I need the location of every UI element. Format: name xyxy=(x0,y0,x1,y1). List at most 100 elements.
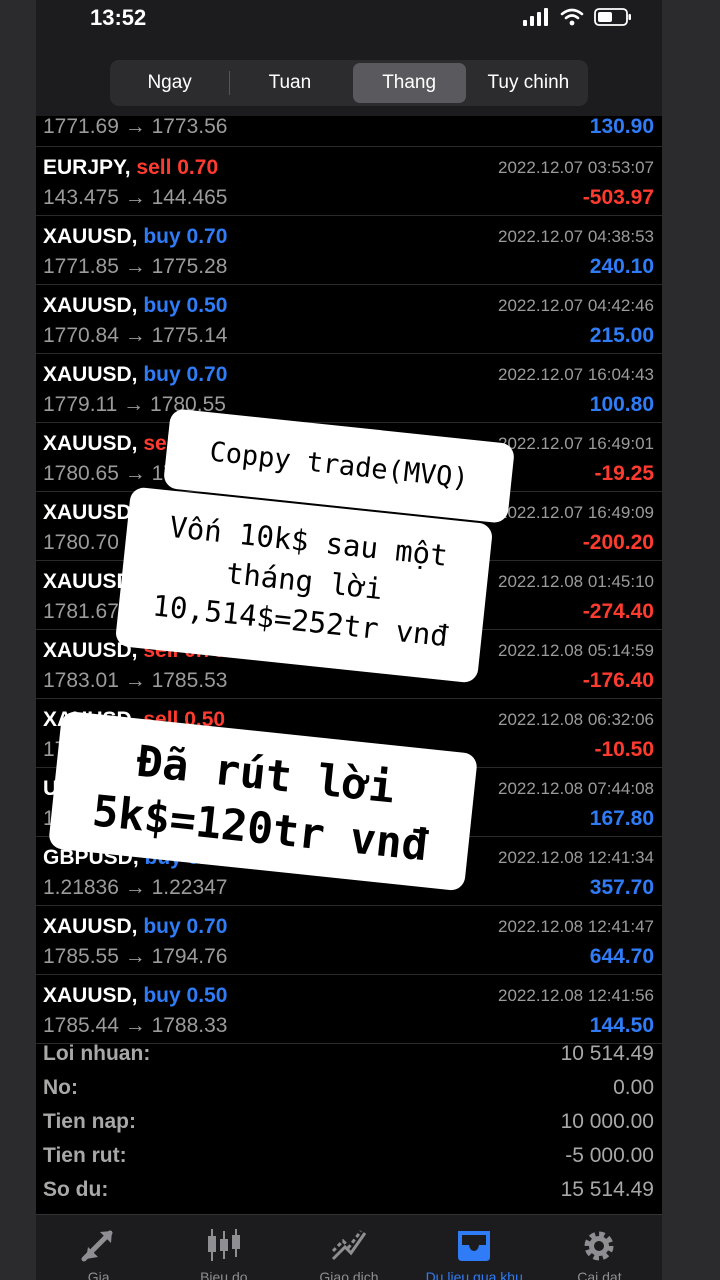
trade-symbol: XAUUSD, buy 0.70 xyxy=(43,363,227,387)
trade-row[interactable]: XAUUSD, buy 0.70 2022.12.07 16:04:43 1779.… xyxy=(36,354,662,423)
gear-icon xyxy=(584,1231,614,1261)
trade-row[interactable]: XAUUSD, buy 0.70 2022.12.08 12:41:47 1785.… xyxy=(36,906,662,975)
trade-date: 2022.12.07 03:53:07 xyxy=(498,158,654,177)
trade-prices: 1785.55 → 1794.76 xyxy=(43,945,228,968)
segment-month[interactable]: Thang xyxy=(352,63,466,103)
wifi-icon xyxy=(560,8,584,26)
trade-row[interactable]: XAUUSD, buy 0.50 2022.12.08 12:41:56 1785.… xyxy=(36,975,662,1044)
segment-day[interactable]: Ngay xyxy=(113,63,226,103)
summary-label: So du: xyxy=(43,1178,109,1201)
trade-date: 2022.12.07 16:49:01 xyxy=(498,434,654,453)
trade-date: 2022.12.08 12:41:34 xyxy=(498,848,654,867)
tab-chart[interactable]: Bieu do xyxy=(161,1215,286,1280)
trade-profit: 644.70 xyxy=(589,945,654,968)
trade-profit: -503.97 xyxy=(582,186,654,209)
trade-prices: 1783.01 → 1785.53 xyxy=(43,669,228,692)
trade-symbol: XAUUSD, buy 0.70 xyxy=(43,915,227,939)
trade-profit: 100.80 xyxy=(589,393,654,416)
trade-profit: 215.00 xyxy=(589,324,654,347)
trade-date: 2022.12.07 16:49:09 xyxy=(498,503,654,522)
tab-label: Bieu do xyxy=(200,1269,248,1280)
trade-prices: 1770.84 → 1775.14 xyxy=(43,324,228,347)
tab-quotes[interactable]: Gia xyxy=(36,1215,161,1280)
price-arrows-icon xyxy=(81,1230,113,1262)
trade-row[interactable]: XAUUSD, buy 0.70 2022.12.07 04:38:53 1771.… xyxy=(36,216,662,285)
summary-profit: Loi nhuan: 10 514.49 xyxy=(36,1038,662,1072)
trade-profit: -274.40 xyxy=(582,600,654,623)
trade-side: buy 0.50 xyxy=(143,294,228,317)
trade-date: 2022.12.07 04:42:46 xyxy=(498,296,654,315)
trade-symbol: XAUUSD, buy 0.50 xyxy=(43,984,227,1008)
symbol-name: XAUUSD, xyxy=(43,294,138,317)
trade-row[interactable]: EURJPY, sell 0.70 2022.12.07 03:53:07 143.… xyxy=(36,147,662,216)
trade-symbol: XAUUSD, buy 0.50 xyxy=(43,294,227,318)
trade-date: 2022.12.08 05:14:59 xyxy=(498,641,654,660)
left-backdrop xyxy=(0,0,36,1280)
trade-profit: -19.25 xyxy=(594,462,654,485)
right-backdrop xyxy=(662,0,720,1280)
trade-date: 2022.12.08 12:41:56 xyxy=(498,986,654,1005)
battery-icon xyxy=(594,8,631,26)
period-segmented-control: Ngay Tuan Thang Tuy chinh xyxy=(110,60,588,106)
segment-divider xyxy=(229,71,231,95)
tab-settings[interactable]: Cai dat xyxy=(537,1215,662,1280)
symbol-name: XAUUSD, xyxy=(43,915,138,938)
trade-profit: 130.90 xyxy=(589,115,654,138)
symbol-name: XAUUSD, xyxy=(43,225,138,248)
tab-label: Giao dich xyxy=(319,1269,379,1280)
trade-side: buy 0.70 xyxy=(143,225,228,248)
trade-date: 2022.12.08 06:32:06 xyxy=(498,710,654,729)
status-bar: 13:52 xyxy=(36,0,662,40)
summary-label: Tien nap: xyxy=(43,1110,136,1133)
trade-date: 2022.12.07 04:38:53 xyxy=(498,227,654,246)
account-summary: Loi nhuan: 10 514.49 No: 0.00 Tien nap: … xyxy=(36,1038,662,1208)
summary-label: Tien rut: xyxy=(43,1144,127,1167)
trade-row[interactable]: XAUUSD, buy 0.50 2022.12.07 04:42:46 1770.… xyxy=(36,285,662,354)
tab-label: Cai dat xyxy=(577,1269,622,1280)
tab-trade[interactable]: Giao dich xyxy=(286,1215,411,1280)
segment-custom[interactable]: Tuy chinh xyxy=(472,63,585,103)
summary-label: No: xyxy=(43,1076,78,1099)
symbol-name: XAUUSD, xyxy=(43,432,138,455)
status-time: 13:52 xyxy=(90,5,147,30)
bottom-tab-bar: Gia Bieu do Giao dich Du lieu qua khu Ca… xyxy=(36,1214,662,1280)
trade-prices: 1771.85 → 1775.28 xyxy=(43,255,228,278)
trade-date: 2022.12.08 12:41:47 xyxy=(498,917,654,936)
symbol-name: XAUUSD, xyxy=(43,501,138,524)
trade-prices: 1.21836 → 1.22347 xyxy=(43,876,228,899)
tab-label: Gia xyxy=(87,1269,110,1280)
trade-symbol: EURJPY, sell 0.70 xyxy=(43,156,218,180)
trade-symbol: XAUUSD, buy 0.70 xyxy=(43,225,227,249)
trade-row[interactable]: 1771.69 → 1773.56 130.90 xyxy=(36,110,662,147)
trade-date: 2022.12.08 01:45:10 xyxy=(498,572,654,591)
trade-profit: 357.70 xyxy=(589,876,654,899)
candlestick-icon xyxy=(207,1229,240,1261)
trade-profit: 167.80 xyxy=(589,807,654,830)
summary-withdrawal: Tien rut: -5 000.00 xyxy=(36,1140,662,1174)
symbol-name: XAUUSD, xyxy=(43,984,138,1007)
summary-balance: So du: 15 514.49 xyxy=(36,1174,662,1208)
status-icons xyxy=(522,8,632,26)
trade-date: 2022.12.07 16:04:43 xyxy=(498,365,654,384)
symbol-name: EURJPY, xyxy=(43,156,131,179)
tab-history[interactable]: Du lieu qua khu xyxy=(412,1215,537,1280)
trade-profit: -10.50 xyxy=(594,738,654,761)
trade-profit: -200.20 xyxy=(582,531,654,554)
segment-week[interactable]: Tuan xyxy=(233,63,346,103)
summary-credit: No: 0.00 xyxy=(36,1072,662,1106)
summary-value: 0.00 xyxy=(613,1076,654,1099)
trade-side: buy 0.70 xyxy=(143,915,228,938)
trade-chart-icon xyxy=(331,1230,367,1261)
trade-profit: 240.10 xyxy=(589,255,654,278)
tab-label: Du lieu qua khu xyxy=(425,1269,523,1280)
trade-side: buy 0.50 xyxy=(143,984,228,1007)
trade-prices: 1785.44 → 1788.33 xyxy=(43,1014,228,1037)
signal-icon xyxy=(523,8,548,26)
trade-prices: 143.475 → 144.465 xyxy=(43,186,228,209)
trade-profit: 144.50 xyxy=(589,1014,654,1037)
summary-label: Loi nhuan: xyxy=(43,1042,151,1065)
period-header: Ngay Tuan Thang Tuy chinh xyxy=(36,40,662,116)
trade-side: buy 0.70 xyxy=(143,363,228,386)
trade-prices: 1771.69 → 1773.56 xyxy=(43,115,228,138)
history-tray-icon xyxy=(458,1231,491,1261)
